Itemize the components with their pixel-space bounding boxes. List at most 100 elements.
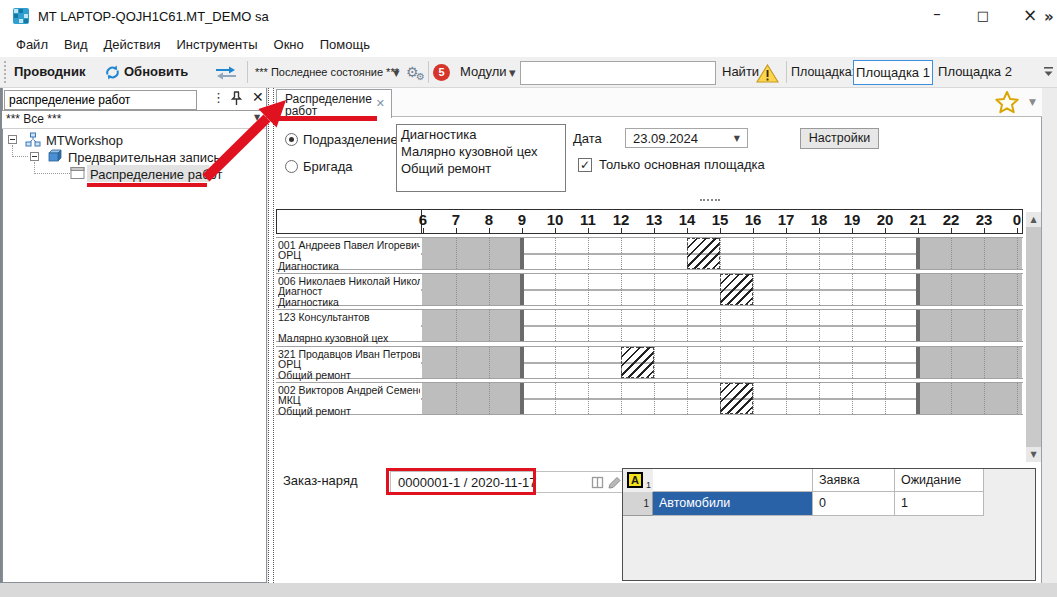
notification-badge[interactable]: 5 <box>433 64 450 81</box>
division-listbox[interactable]: ДиагностикаМалярно кузовной цехОбщий рем… <box>396 124 566 192</box>
gantt-row[interactable]: 006 Николаев Николай НиколДиагностДиагно… <box>276 273 1023 306</box>
gantt-row[interactable]: 001 Андреев Павел ИгоревичОРЦДиагностика <box>276 237 1023 270</box>
chevron-down-icon[interactable]: ▼ <box>509 58 516 88</box>
more-options-icon[interactable]: ⋮ <box>212 90 225 105</box>
site2-button[interactable]: Площадка 2 <box>938 60 1012 85</box>
hour-gridline <box>885 274 886 305</box>
state-combobox[interactable]: *** Последнее состояние *** <box>255 57 399 87</box>
record-icon <box>47 148 63 164</box>
separator <box>786 61 787 83</box>
busy-block[interactable] <box>687 238 720 269</box>
row-request-cell[interactable]: 0 <box>813 492 895 516</box>
busy-block[interactable] <box>720 383 753 414</box>
hour-gridline <box>819 383 820 414</box>
gantt-row[interactable]: 123 КонсультантовМалярно кузовной цех <box>276 309 1023 342</box>
order-input[interactable]: 0000001-1 / 2020-11-17 <box>390 471 623 493</box>
site1-button[interactable]: Площадка 1 <box>853 60 933 85</box>
hour-gridline <box>885 238 886 269</box>
vertical-scrollbar[interactable]: ▲ ▼ <box>1026 212 1041 462</box>
gantt-row[interactable]: 002 Викторов Андрей СеменовМКЦОбщий ремо… <box>276 382 1023 415</box>
menu-item[interactable]: Помощь <box>312 34 378 55</box>
hour-gridline <box>588 347 589 378</box>
chevron-down-icon[interactable]: ▼ <box>1029 97 1036 107</box>
chevron-down-icon[interactable]: ▼ <box>393 58 400 88</box>
hour-gridline <box>720 347 721 378</box>
hour-gridline <box>984 238 985 269</box>
modules-button[interactable]: Модули <box>460 57 507 87</box>
swap-arrows-icon[interactable] <box>214 66 238 80</box>
offhours-early-block <box>422 383 522 414</box>
app-window: MT LAPTOP-QOJH1C61.MT_DEMO sa – □ × » Фа… <box>0 0 1057 597</box>
menu-item[interactable]: Действия <box>96 34 169 55</box>
row-name-cell[interactable]: Автомобили <box>653 492 813 516</box>
chevron-down-icon[interactable]: ▼ <box>254 113 260 122</box>
hour-gridline <box>555 347 556 378</box>
row-waiting-cell[interactable]: 1 <box>895 492 984 516</box>
tree-item-mtworkshop[interactable]: MTWorkshop <box>46 133 123 148</box>
day-boundary-line <box>916 383 920 414</box>
tab-close-icon[interactable]: ✕ <box>376 97 385 110</box>
hour-gridline <box>852 310 853 341</box>
menu-bar: ФайлВидДействияИнструментыОкноПомощь <box>0 32 1057 57</box>
list-item[interactable]: Общий ремонт <box>397 160 565 177</box>
column-a-badge[interactable]: А <box>627 472 643 488</box>
gantt-row-label: 006 Николаев Николай Никол <box>278 276 420 287</box>
tree-expander[interactable] <box>30 152 39 161</box>
menu-item[interactable]: Инструменты <box>168 34 265 55</box>
list-item[interactable]: Диагностика <box>397 126 565 143</box>
chevron-down-icon[interactable]: ▼ <box>734 134 740 143</box>
busy-block[interactable] <box>720 274 753 305</box>
close-button[interactable]: × <box>1013 4 1047 28</box>
hour-gridline <box>786 347 787 378</box>
radio-brigade[interactable] <box>285 160 298 173</box>
tab-work-distribution[interactable]: Распределение работ ✕ <box>276 89 392 118</box>
pencil-icon[interactable] <box>607 476 621 490</box>
book-icon[interactable] <box>591 476 604 489</box>
sidebar-search-input[interactable] <box>4 90 197 110</box>
pin-icon[interactable] <box>230 91 243 106</box>
hour-gridline <box>621 238 622 269</box>
menu-item[interactable]: Окно <box>266 34 312 55</box>
title-overflow-chevron[interactable]: » <box>1044 8 1054 26</box>
find-button[interactable]: Найти <box>722 57 759 87</box>
favorites-star-icon[interactable] <box>994 90 1020 115</box>
tree-expander[interactable] <box>8 135 17 144</box>
hour-gridline <box>951 383 952 414</box>
window-icon <box>70 166 85 180</box>
tree-item-preliminary-record[interactable]: Предварительная запись <box>68 150 220 165</box>
splitter-grip[interactable] <box>700 199 720 201</box>
hour-gridline <box>951 347 952 378</box>
hour-gridline <box>753 274 754 305</box>
toolbar-overflow-icon[interactable] <box>1043 66 1054 78</box>
scroll-up-icon[interactable]: ▲ <box>1026 212 1041 227</box>
hour-gridline <box>786 238 787 269</box>
refresh-button[interactable]: Обновить <box>124 57 188 87</box>
only-main-site-checkbox[interactable]: ✓ <box>578 158 592 172</box>
refresh-icon[interactable] <box>104 64 121 81</box>
date-combobox[interactable]: 23.09.2024 ▼ <box>625 128 748 148</box>
gantt-row-label: Диагностика <box>278 261 420 272</box>
header-cell-request[interactable]: Заявка <box>813 469 895 492</box>
tree-connector <box>34 173 70 174</box>
checkmark-icon: ✓ <box>580 158 590 172</box>
busy-block[interactable] <box>621 347 654 378</box>
header-cell-waiting[interactable]: Ожидание <box>895 469 984 492</box>
gantt-row[interactable]: 321 Продавцов Иван ПетровиОРЦОбщий ремон… <box>276 346 1023 379</box>
radio-division[interactable] <box>285 133 298 146</box>
maximize-button[interactable]: □ <box>966 4 1000 28</box>
hour-gridline <box>753 383 754 414</box>
list-item[interactable]: Малярно кузовной цех <box>397 143 565 160</box>
row-number-cell[interactable]: 1 <box>623 492 653 516</box>
scrollbar-thumb[interactable] <box>1026 227 1041 447</box>
close-icon[interactable]: ✕ <box>252 89 264 105</box>
settings-button[interactable]: Настройки <box>800 128 879 149</box>
tree-item-work-distribution[interactable]: Распределение работ <box>90 167 222 182</box>
toolbar-search-input[interactable] <box>520 61 716 85</box>
menu-item[interactable]: Вид <box>56 34 96 55</box>
explorer-button[interactable]: Проводник <box>14 57 85 87</box>
minimize-button[interactable]: – <box>920 4 954 28</box>
header-cell-empty[interactable] <box>653 469 813 492</box>
warning-icon[interactable] <box>756 64 779 83</box>
menu-item[interactable]: Файл <box>8 34 56 55</box>
scroll-down-icon[interactable]: ▼ <box>1026 447 1041 462</box>
